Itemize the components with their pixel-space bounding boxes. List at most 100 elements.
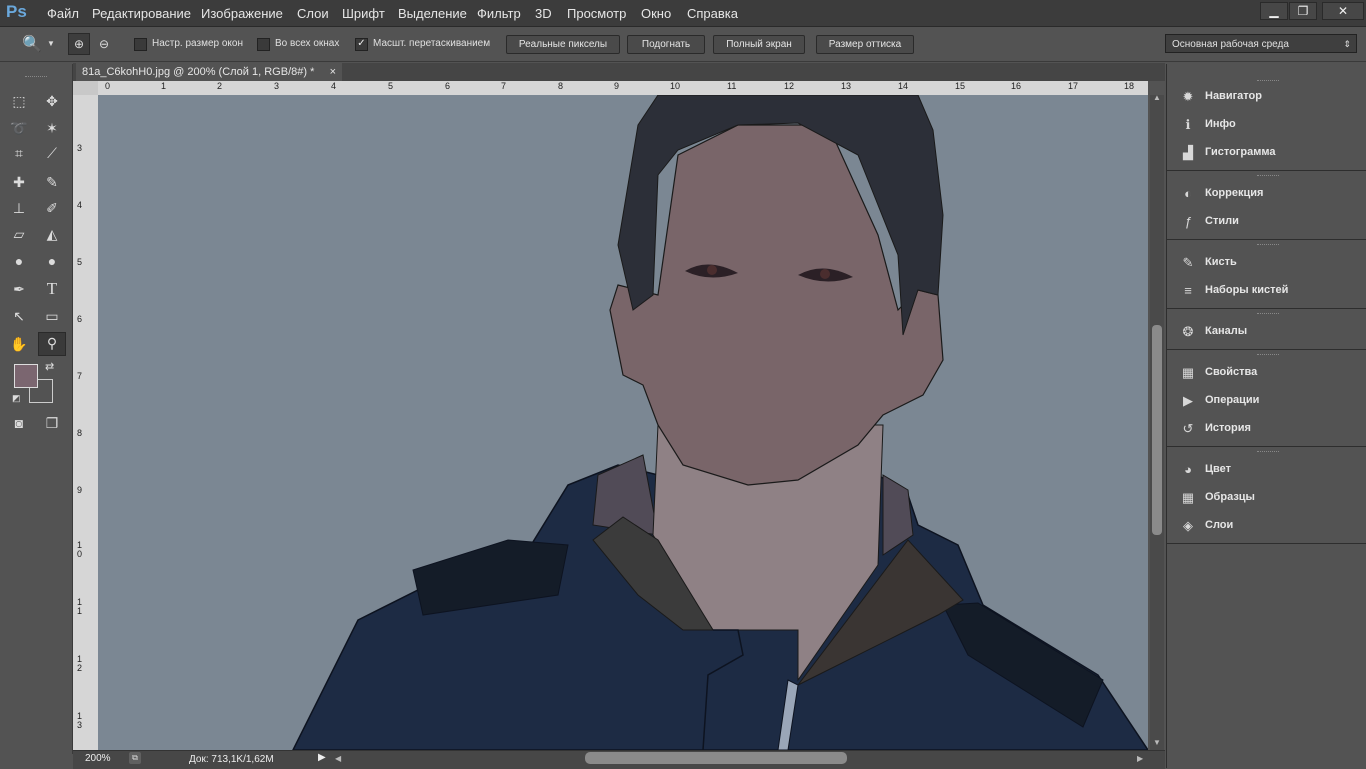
horizontal-scroll-thumb[interactable] xyxy=(585,752,847,764)
menu-type[interactable]: Шрифт xyxy=(342,6,385,21)
zoom-out-icon[interactable]: ⊖ xyxy=(94,34,114,54)
toolbox-grip[interactable] xyxy=(25,76,47,80)
hruler-label: 14 xyxy=(898,81,909,91)
panel-grip[interactable] xyxy=(1257,80,1279,84)
zoom-tool-icon[interactable]: ⚲ xyxy=(38,332,66,356)
panel-channels[interactable]: ❂ Каналы xyxy=(1179,320,1359,344)
panel-grip[interactable] xyxy=(1257,354,1279,358)
histogram-icon: ▟ xyxy=(1183,145,1193,160)
hand-tool-icon[interactable]: ✋ xyxy=(8,334,30,354)
panel-label: Навигатор xyxy=(1205,90,1262,102)
minimize-icon[interactable]: ▁ xyxy=(1260,2,1288,20)
menu-3d[interactable]: 3D xyxy=(535,6,552,21)
scroll-left-icon[interactable]: ◀ xyxy=(335,754,341,763)
zoom-in-icon[interactable]: ⊕ xyxy=(68,33,90,55)
hruler-label: 9 xyxy=(614,81,620,91)
panel-adjustments[interactable]: ◐ Коррекция xyxy=(1179,182,1359,206)
screen-mode-icon[interactable]: ❐ xyxy=(41,413,63,433)
foreground-color-swatch[interactable] xyxy=(14,364,38,388)
close-tab-icon[interactable]: × xyxy=(330,63,336,81)
lasso-tool-icon[interactable]: ➰ xyxy=(8,118,30,138)
all-windows-label: Во всех окнах xyxy=(275,38,340,49)
menu-image[interactable]: Изображение xyxy=(201,6,283,21)
panel-divider xyxy=(1167,543,1366,544)
menu-edit[interactable]: Редактирование xyxy=(92,6,191,21)
scroll-right-icon[interactable]: ▶ xyxy=(1137,754,1143,763)
panel-actions[interactable]: ▶ Операции xyxy=(1179,389,1359,413)
panel-layers[interactable]: ◈ Слои xyxy=(1179,514,1359,538)
document-canvas[interactable] xyxy=(98,95,1148,750)
menu-window[interactable]: Окно xyxy=(641,6,671,21)
magic-wand-tool-icon[interactable]: ✶ xyxy=(41,118,63,138)
document-tab[interactable]: 81a_C6kohH0.jpg @ 200% (Слой 1, RGB/8#) … xyxy=(76,63,342,81)
chevron-down-icon[interactable]: ▼ xyxy=(47,39,55,48)
actual-pixels-button[interactable]: Реальные пикселы xyxy=(506,35,620,54)
move-tool-icon[interactable]: ✥ xyxy=(41,91,63,111)
eyedropper-tool-icon[interactable]: ⟋ xyxy=(41,143,63,163)
chevron-updown-icon: ⇕ xyxy=(1343,39,1351,49)
rectangle-tool-icon[interactable]: ▭ xyxy=(41,306,63,326)
stamp-tool-icon[interactable]: ⊥ xyxy=(8,198,30,218)
panel-brush-presets[interactable]: ≡ Наборы кистей xyxy=(1179,279,1359,303)
pen-tool-icon[interactable]: ✒ xyxy=(8,279,30,299)
panel-styles[interactable]: ƒ Стили xyxy=(1179,210,1359,234)
vertical-scroll-thumb[interactable] xyxy=(1152,325,1162,535)
resize-windows-checkbox[interactable] xyxy=(134,38,147,51)
panel-history[interactable]: ↺ История xyxy=(1179,417,1359,441)
panel-label: Образцы xyxy=(1205,491,1255,503)
status-export-icon[interactable]: ⧉ xyxy=(129,752,141,764)
swap-colors-icon[interactable]: ⇄ xyxy=(45,360,54,373)
toolbox: ⬚ ✥ ➰ ✶ ⌗ ⟋ ✚ ✎ ⊥ ✐ ▱ ◭ ● ● ✒ T ↖ ▭ ✋ ⚲ … xyxy=(0,64,73,754)
panel-label: Инфо xyxy=(1205,118,1236,130)
scrubby-zoom-checkbox[interactable]: ✓ xyxy=(355,38,368,51)
panel-navigator[interactable]: ✹ Навигатор xyxy=(1179,85,1359,109)
vertical-ruler[interactable]: 3 4 5 6 7 8 9 10 11 12 13 xyxy=(73,95,98,750)
menu-filter[interactable]: Фильтр xyxy=(477,6,521,21)
menu-file[interactable]: Файл xyxy=(47,6,79,21)
panel-grip[interactable] xyxy=(1257,244,1279,248)
default-colors-icon[interactable]: ◩ xyxy=(12,393,21,404)
workspace-select[interactable]: Основная рабочая среда ⇕ xyxy=(1165,34,1357,53)
panel-color[interactable]: ◕ Цвет xyxy=(1179,458,1359,482)
status-menu-arrow-icon[interactable]: ▶ xyxy=(318,752,326,763)
zoom-level[interactable]: 200% xyxy=(85,753,111,764)
bucket-tool-icon[interactable]: ◭ xyxy=(41,224,63,244)
menu-help[interactable]: Справка xyxy=(687,6,738,21)
zoom-tool-preset-icon[interactable]: 🔍 xyxy=(22,34,42,54)
panel-info[interactable]: ℹ Инфо xyxy=(1179,113,1359,137)
panel-grip[interactable] xyxy=(1257,313,1279,317)
print-size-button[interactable]: Размер оттиска xyxy=(816,35,914,54)
fill-screen-button[interactable]: Полный экран xyxy=(713,35,805,54)
close-window-icon[interactable]: ✕ xyxy=(1322,2,1364,20)
scroll-down-icon[interactable]: ▼ xyxy=(1153,738,1161,747)
dodge-tool-icon[interactable]: ● xyxy=(41,251,63,271)
panel-histogram[interactable]: ▟ Гистограмма xyxy=(1179,141,1359,165)
all-windows-checkbox[interactable] xyxy=(257,38,270,51)
quick-mask-icon[interactable]: ◙ xyxy=(8,413,30,433)
marquee-tool-icon[interactable]: ⬚ xyxy=(8,91,30,111)
panel-brush[interactable]: ✎ Кисть xyxy=(1179,251,1359,275)
horizontal-ruler[interactable]: 0 1 2 3 4 5 6 7 8 9 10 11 12 13 14 15 16… xyxy=(98,81,1148,96)
history-brush-tool-icon[interactable]: ✐ xyxy=(41,198,63,218)
hruler-label: 17 xyxy=(1068,81,1079,91)
panel-grip[interactable] xyxy=(1257,451,1279,455)
eraser-tool-icon[interactable]: ▱ xyxy=(8,224,30,244)
scroll-up-icon[interactable]: ▲ xyxy=(1153,93,1161,102)
panel-grip[interactable] xyxy=(1257,175,1279,179)
portrait-illustration xyxy=(292,95,1148,750)
menu-layers[interactable]: Слои xyxy=(297,6,329,21)
restore-icon[interactable]: ❐ xyxy=(1289,2,1317,20)
panel-swatches[interactable]: ▦ Образцы xyxy=(1179,486,1359,510)
type-tool-icon[interactable]: T xyxy=(41,279,63,299)
healing-tool-icon[interactable]: ✚ xyxy=(8,172,30,192)
path-select-tool-icon[interactable]: ↖ xyxy=(8,306,30,326)
crop-tool-icon[interactable]: ⌗ xyxy=(8,143,30,163)
menu-view[interactable]: Просмотр xyxy=(567,6,626,21)
fit-screen-button[interactable]: Подогнать xyxy=(627,35,705,54)
brush-tool-icon[interactable]: ✎ xyxy=(41,172,63,192)
blur-tool-icon[interactable]: ● xyxy=(8,251,30,271)
ruler-origin[interactable] xyxy=(73,81,98,95)
panel-properties[interactable]: ▦ Свойства xyxy=(1179,361,1359,385)
menu-select[interactable]: Выделение xyxy=(398,6,467,21)
actions-icon: ▶ xyxy=(1183,393,1193,408)
